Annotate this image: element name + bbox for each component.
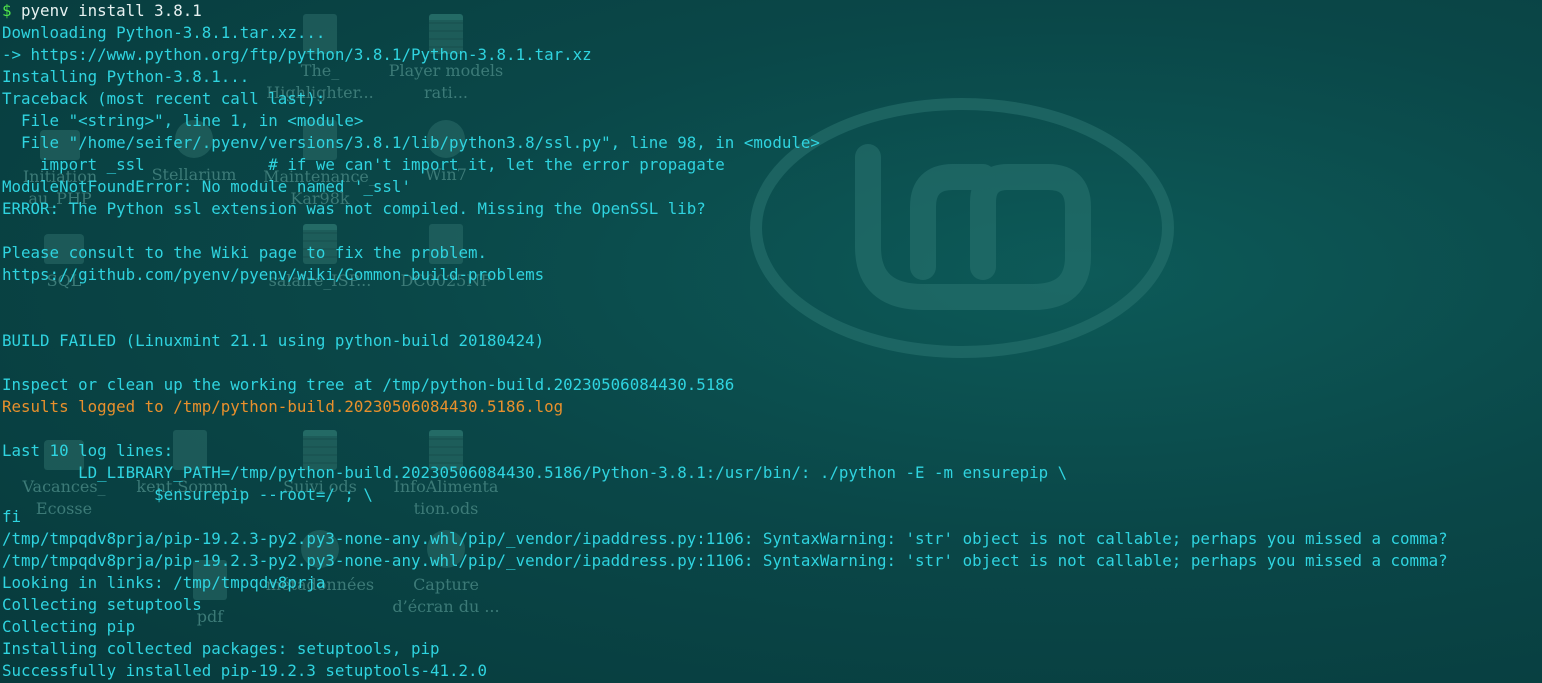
output-line: Successfully installed pip-19.2.3 setupt… — [2, 661, 488, 680]
output-line: -> https://www.python.org/ftp/python/3.8… — [2, 45, 592, 64]
output-line: ModuleNotFoundError: No module named '_s… — [2, 177, 411, 196]
output-line: File "/home/seifer/.pyenv/versions/3.8.1… — [2, 133, 820, 152]
output-line: /tmp/tmpqdv8prja/pip-19.2.3-py2.py3-none… — [2, 529, 1448, 548]
output-line: Looking in links: /tmp/tmpqdv8prja — [2, 573, 326, 592]
output-line: Installing Python-3.8.1... — [2, 67, 250, 86]
output-line: Please consult to the Wiki page to fix t… — [2, 243, 488, 262]
terminal-window[interactable]: $ pyenv install 3.8.1 Downloading Python… — [2, 0, 1540, 682]
output-line: LD_LIBRARY_PATH=/tmp/python-build.202305… — [2, 463, 1068, 482]
output-line: File "<string>", line 1, in <module> — [2, 111, 364, 130]
output-line: Installing collected packages: setuptool… — [2, 639, 440, 658]
output-line: Collecting pip — [2, 617, 136, 636]
output-line: $ensurepip --root=/ ; \ — [2, 485, 373, 504]
output-line: Downloading Python-3.8.1.tar.xz... — [2, 23, 326, 42]
output-line: Traceback (most recent call last): — [2, 89, 326, 108]
output-line: Results logged to /tmp/python-build.2023… — [2, 397, 564, 416]
prompt-symbol: $ — [2, 1, 12, 20]
output-line: ERROR: The Python ssl extension was not … — [2, 199, 706, 218]
output-line: BUILD FAILED (Linuxmint 21.1 using pytho… — [2, 331, 545, 350]
output-line: fi — [2, 507, 22, 526]
output-line: /tmp/tmpqdv8prja/pip-19.2.3-py2.py3-none… — [2, 551, 1448, 570]
command-text: pyenv install 3.8.1 — [21, 1, 202, 20]
output-line: Last 10 log lines: — [2, 441, 174, 460]
output-line: https://github.com/pyenv/pyenv/wiki/Comm… — [2, 265, 545, 284]
output-line: import _ssl # if we can't import it, let… — [2, 155, 725, 174]
output-line: Inspect or clean up the working tree at … — [2, 375, 735, 394]
output-line: Collecting setuptools — [2, 595, 202, 614]
prompt-line: $ pyenv install 3.8.1 — [2, 0, 1540, 22]
terminal-output: Downloading Python-3.8.1.tar.xz... -> htt… — [2, 22, 1540, 682]
